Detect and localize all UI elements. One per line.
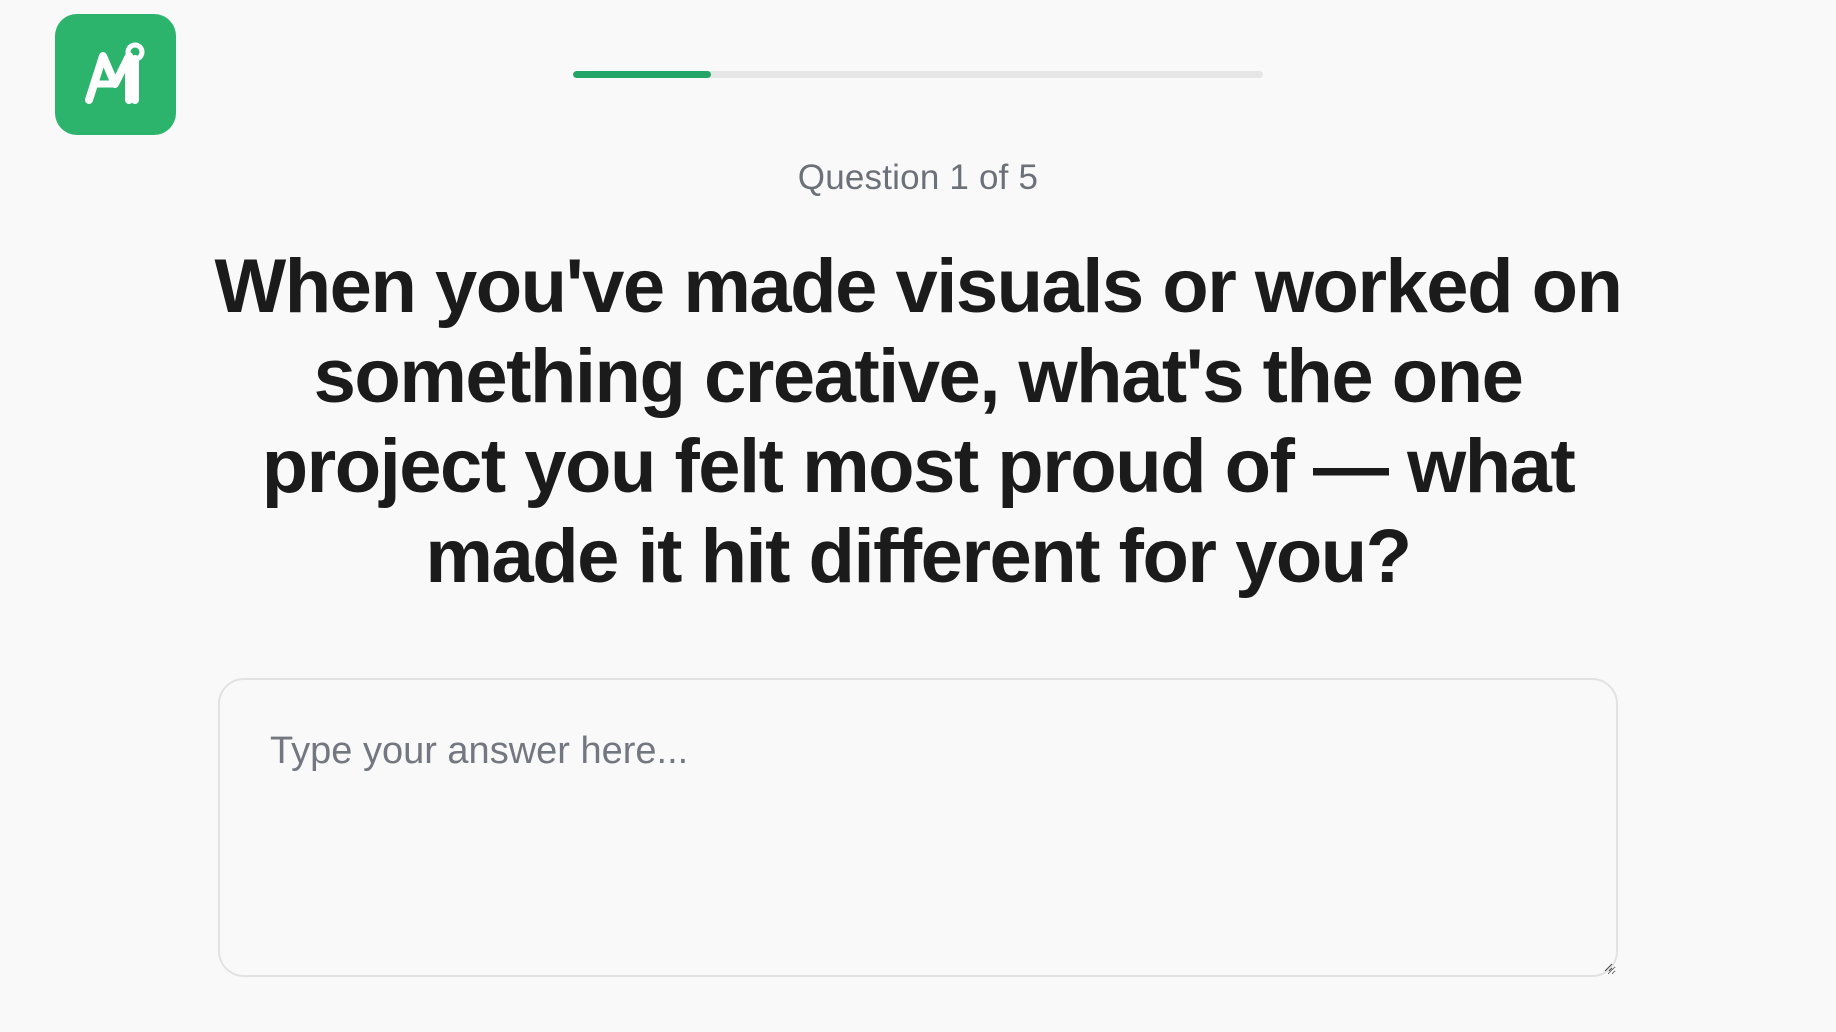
progress-bar bbox=[573, 71, 1263, 78]
answer-input[interactable] bbox=[218, 678, 1618, 977]
question-title: When you've made visuals or worked on so… bbox=[214, 244, 1623, 599]
survey-page: Question 1 of 5 When you've made visuals… bbox=[0, 0, 1836, 1032]
progress-bar-fill bbox=[573, 71, 711, 78]
resize-grip-icon[interactable] bbox=[1603, 962, 1613, 972]
question-counter: Question 1 of 5 bbox=[797, 158, 1039, 197]
app-logo[interactable] bbox=[55, 14, 176, 135]
ni-logo-icon bbox=[84, 42, 144, 104]
